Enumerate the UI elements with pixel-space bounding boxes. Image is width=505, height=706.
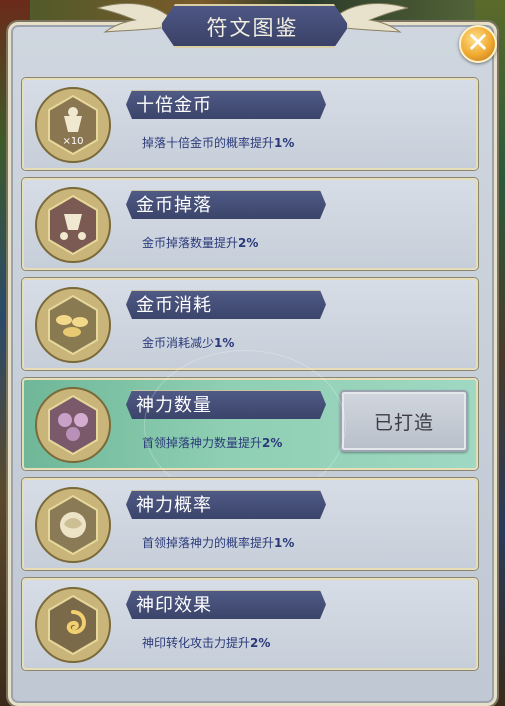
coin-pile-icon xyxy=(35,287,111,363)
svg-text:×10: ×10 xyxy=(62,136,83,147)
rune-name: 神印效果 xyxy=(136,595,212,616)
close-icon: ✕ xyxy=(466,26,490,59)
rune-item-ten-fold-gold[interactable]: ×10 十倍金币 掉落十倍金币的概率提升1% xyxy=(22,78,478,170)
rune-description: 掉落十倍金币的概率提升1% xyxy=(142,136,295,150)
rune-item-gold-drop[interactable]: 金币掉落 金币掉落数量提升2% xyxy=(22,178,478,270)
close-button[interactable]: ✕ xyxy=(459,25,497,63)
divine-orbs-icon xyxy=(35,387,111,463)
rune-description: 金币掉落数量提升2% xyxy=(142,236,259,250)
rune-name: 金币消耗 xyxy=(136,295,212,316)
divine-orb-icon xyxy=(35,487,111,563)
rune-description: 神印转化攻击力提升2% xyxy=(142,636,271,650)
swirl-seal-icon xyxy=(35,587,111,663)
crafted-button[interactable]: 已打造 xyxy=(340,390,468,452)
rune-description: 金币消耗减少1% xyxy=(142,336,235,350)
rune-item-divine-power-amount[interactable]: 神力数量 首领掉落神力数量提升2% 已打造 xyxy=(22,350,478,502)
rune-item-divine-seal-effect[interactable]: 神印效果 神印转化攻击力提升2% xyxy=(22,578,478,670)
rune-list: ×10 十倍金币 掉落十倍金币的概率提升1% 金币掉落 金币掉落数量提升2% 金… xyxy=(22,78,478,678)
rune-description: 首领掉落神力的概率提升1% xyxy=(142,536,295,550)
rune-name: 神力概率 xyxy=(136,495,212,516)
rune-item-divine-power-chance[interactable]: 神力概率 首领掉落神力的概率提升1% xyxy=(22,478,478,570)
rune-name: 金币掉落 xyxy=(136,195,212,216)
coin-bag-x10-icon: ×10 xyxy=(35,87,111,163)
coin-drop-icon xyxy=(35,187,111,263)
name-plate xyxy=(126,390,326,419)
rune-name: 十倍金币 xyxy=(136,95,212,116)
rune-description: 首领掉落神力数量提升2% xyxy=(142,436,283,450)
rune-name: 神力数量 xyxy=(136,395,212,416)
window-title: 符文图鉴 xyxy=(206,16,299,40)
